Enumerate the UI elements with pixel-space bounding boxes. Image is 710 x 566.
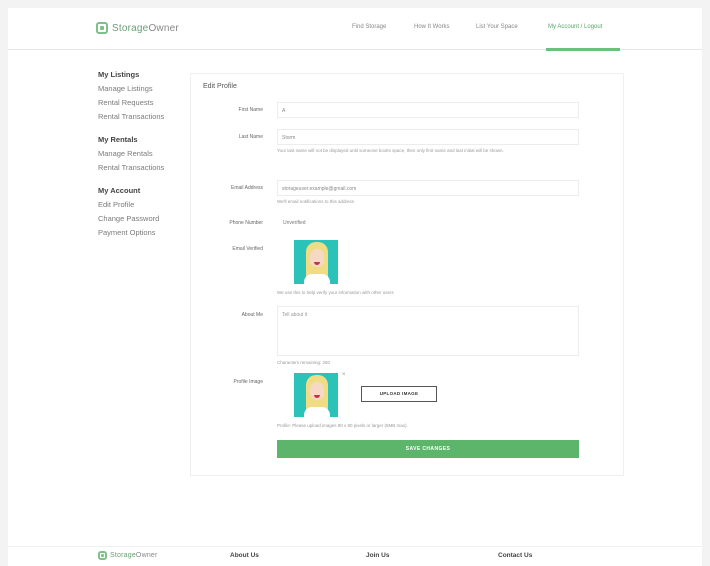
- nav-list-your-space[interactable]: List Your Space: [476, 24, 518, 30]
- nav-how-it-works[interactable]: How It Works: [414, 24, 450, 30]
- sidebar-item-payment-options[interactable]: Payment Options: [98, 228, 188, 237]
- sidebar-heading: My Listings: [98, 70, 140, 79]
- remove-image-icon[interactable]: ×: [342, 372, 346, 378]
- page: StorageOwner Find Storage How It Works L…: [8, 8, 702, 566]
- about-me-textarea[interactable]: Tell about it: [277, 306, 579, 356]
- badge-help: We use this to help verify your informat…: [277, 290, 394, 295]
- footer-logo[interactable]: StorageOwner: [98, 551, 158, 560]
- nav-find-storage[interactable]: Find Storage: [352, 24, 386, 30]
- top-bar: StorageOwner Find Storage How It Works L…: [8, 8, 702, 51]
- sidebar-item-rental-requests[interactable]: Rental Requests: [98, 98, 188, 107]
- sidebar-heading: My Account: [98, 186, 141, 195]
- sidebar-item-manage-listings[interactable]: Manage Listings: [98, 84, 188, 93]
- email-help: We'll email notifications to this addres…: [277, 199, 355, 204]
- first-name-field[interactable]: A: [277, 102, 579, 118]
- email-field[interactable]: storageuser.example@gmail.com: [277, 180, 579, 196]
- last-name-label: Last Name: [238, 134, 263, 140]
- brand-logo[interactable]: StorageOwner: [96, 22, 179, 34]
- sidebar-item-rental-transactions[interactable]: Rental Transactions: [98, 112, 188, 121]
- verification-avatar: [294, 240, 338, 284]
- edit-profile-card: Edit Profile First Name A Last Name Stor…: [190, 73, 624, 476]
- image-help: Profile: Please upload images 80 x 80 pi…: [277, 423, 408, 428]
- brand-name: StorageOwner: [112, 22, 179, 34]
- last-name-field[interactable]: Storm: [277, 129, 579, 145]
- phone-label: Phone Number: [229, 220, 263, 226]
- sidebar-group-account: My Account Edit Profile Change Password …: [98, 186, 188, 237]
- sidebar-item-edit-profile[interactable]: Edit Profile: [98, 200, 188, 209]
- account-sidebar: My Listings Manage Listings Rental Reque…: [98, 70, 188, 251]
- footer-contact-heading[interactable]: Contact Us: [498, 552, 532, 559]
- save-changes-button[interactable]: SAVE CHANGES: [277, 440, 579, 458]
- profile-image-preview: [294, 373, 338, 417]
- active-tab-indicator: [546, 48, 620, 51]
- upload-image-button[interactable]: UPLOAD IMAGE: [361, 386, 437, 402]
- about-char-count: Characters remaining: 250: [277, 360, 331, 365]
- sidebar-item-change-password[interactable]: Change Password: [98, 214, 188, 223]
- sidebar-heading: My Rentals: [98, 135, 138, 144]
- last-name-help: Your last name will not be displayed unt…: [277, 148, 504, 153]
- footer-brand-name: StorageOwner: [110, 552, 158, 559]
- about-label: About Me: [241, 312, 263, 318]
- sidebar-item-manage-rentals[interactable]: Manage Rentals: [98, 149, 188, 158]
- box-icon: [96, 22, 108, 34]
- phone-status: Unverified: [283, 220, 306, 226]
- nav-my-account[interactable]: My Account / Logout: [548, 24, 602, 30]
- sidebar-group-rentals: My Rentals Manage Rentals Rental Transac…: [98, 135, 188, 172]
- badge-label: Email Verified: [232, 246, 263, 252]
- footer-about-heading[interactable]: About Us: [230, 552, 259, 559]
- profile-image-label: Profile Image: [233, 379, 263, 385]
- box-icon: [98, 551, 107, 560]
- sidebar-item-rental-transactions[interactable]: Rental Transactions: [98, 163, 188, 172]
- first-name-label: First Name: [238, 107, 263, 113]
- sidebar-group-listings: My Listings Manage Listings Rental Reque…: [98, 70, 188, 121]
- footer-divider: [8, 546, 702, 547]
- email-label: Email Address: [231, 185, 263, 191]
- footer-join-heading[interactable]: Join Us: [366, 552, 389, 559]
- page-title: Edit Profile: [203, 83, 237, 90]
